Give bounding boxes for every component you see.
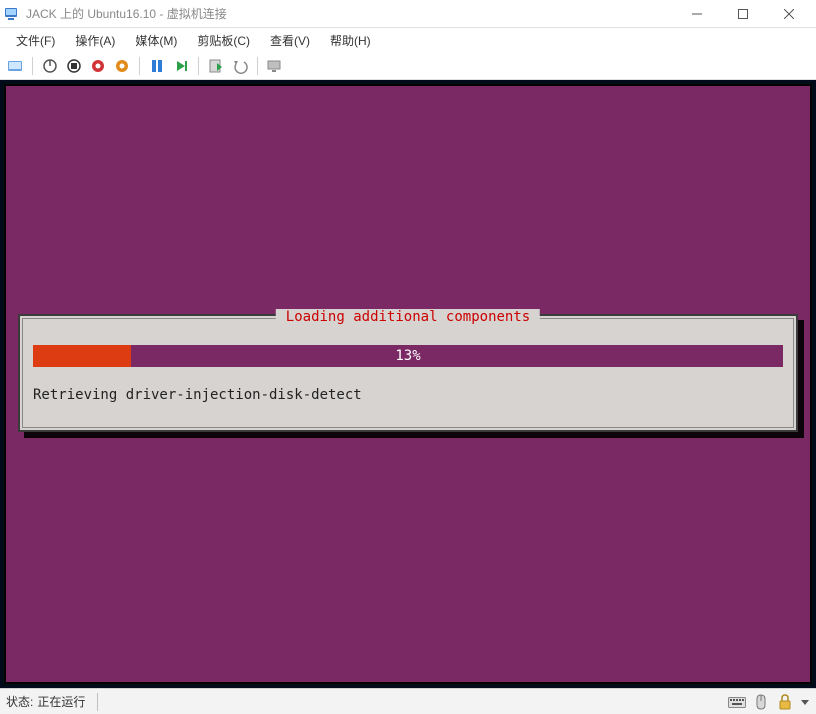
menu-media[interactable]: 媒体(M): [127, 30, 185, 51]
status-bar: 状态: 正在运行: [0, 688, 816, 714]
toolbar-separator: [257, 57, 258, 75]
status-separator: [97, 693, 98, 711]
revert-button[interactable]: [229, 55, 251, 77]
progress-percent-label: 13%: [33, 345, 783, 367]
pause-button[interactable]: [146, 55, 168, 77]
title-bar: JACK 上的 Ubuntu16.10 - 虚拟机连接: [0, 0, 816, 28]
maximize-button[interactable]: [720, 0, 766, 28]
shutdown-button[interactable]: [87, 55, 109, 77]
vm-viewport-frame: Loading additional components 13% Retrie…: [0, 80, 816, 688]
keyboard-icon[interactable]: [728, 693, 746, 711]
menu-bar: 文件(F) 操作(A) 媒体(M) 剪贴板(C) 查看(V) 帮助(H): [0, 28, 816, 52]
chevron-down-icon[interactable]: [800, 693, 810, 711]
turn-off-button[interactable]: [63, 55, 85, 77]
installer-title: Loading additional components: [276, 309, 540, 325]
status-label: 状态:: [6, 693, 33, 710]
installer-dialog: Loading additional components 13% Retrie…: [18, 314, 798, 432]
toolbar-separator: [198, 57, 199, 75]
menu-help[interactable]: 帮助(H): [322, 30, 379, 51]
checkpoint-button[interactable]: [205, 55, 227, 77]
window-controls: [674, 0, 812, 28]
menu-action[interactable]: 操作(A): [67, 30, 123, 51]
progress-bar: 13%: [33, 345, 783, 367]
menu-clipboard[interactable]: 剪贴板(C): [189, 30, 258, 51]
lock-icon[interactable]: [776, 693, 794, 711]
toolbar-separator: [32, 57, 33, 75]
toolbar-separator: [139, 57, 140, 75]
status-value: 正在运行: [37, 693, 85, 710]
menu-view[interactable]: 查看(V): [262, 30, 318, 51]
enhanced-session-button[interactable]: [264, 55, 286, 77]
close-button[interactable]: [766, 0, 812, 28]
vm-app-icon: [4, 6, 20, 22]
ctrl-alt-del-button[interactable]: [4, 55, 26, 77]
menu-file[interactable]: 文件(F): [8, 30, 63, 51]
installer-status-text: Retrieving driver-injection-disk-detect: [33, 387, 783, 403]
mouse-icon[interactable]: [752, 693, 770, 711]
save-button[interactable]: [111, 55, 133, 77]
status-icons: [728, 693, 810, 711]
installer-inner: Loading additional components 13% Retrie…: [22, 318, 794, 428]
vm-screen[interactable]: Loading additional components 13% Retrie…: [4, 84, 812, 684]
start-button[interactable]: [39, 55, 61, 77]
minimize-button[interactable]: [674, 0, 720, 28]
window-title: JACK 上的 Ubuntu16.10 - 虚拟机连接: [26, 5, 227, 22]
toolbar: [0, 52, 816, 80]
reset-button[interactable]: [170, 55, 192, 77]
